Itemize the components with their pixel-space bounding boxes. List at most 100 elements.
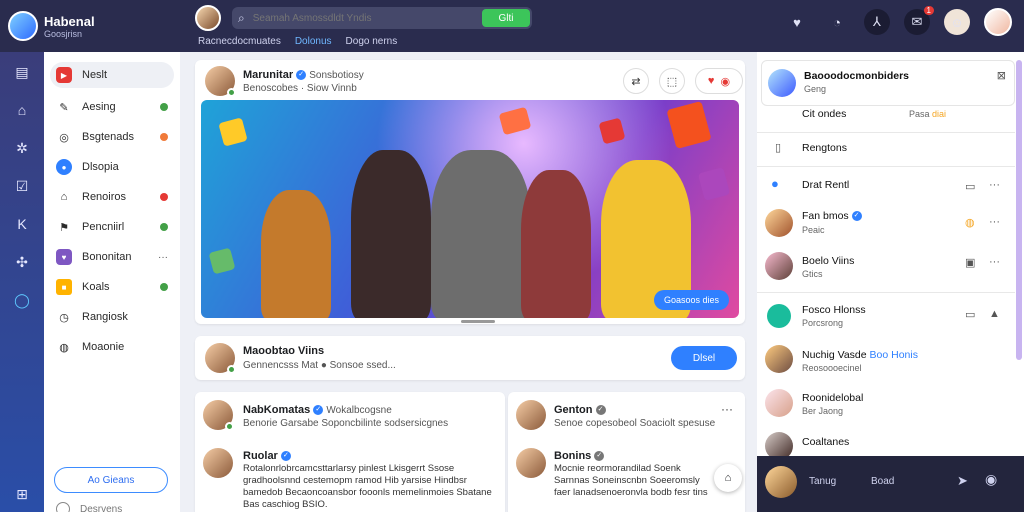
chat-bar[interactable]: Tanug Boad ➤ ◉ [757, 456, 1024, 512]
sidebar-item-2[interactable]: ◎ Bsgtenads [44, 122, 180, 152]
contact-avatar[interactable] [765, 345, 793, 373]
video-icon[interactable]: ▭ [965, 308, 975, 321]
contact-avatar[interactable] [765, 209, 793, 237]
sidebar-item-5[interactable]: ⚑ Pencniirl [44, 212, 180, 242]
author-avatar[interactable] [205, 66, 236, 97]
contact-name[interactable]: Boelo Viins [802, 255, 854, 267]
contact-name[interactable]: Fan bmos ✓ [802, 210, 862, 222]
contact-avatar[interactable] [767, 304, 791, 328]
brand[interactable]: Habenal Goosjrisn [0, 0, 180, 52]
sidebar-item-0[interactable]: ▶ Neslt [50, 62, 174, 88]
comment-avatar[interactable] [203, 448, 233, 478]
save-button[interactable]: ⬚ [659, 68, 685, 94]
search-input[interactable] [252, 12, 473, 24]
profile-avatar[interactable] [984, 8, 1012, 36]
sidebar-item-9[interactable]: ◍ Moaonie [44, 332, 180, 362]
contact-sub: Peaic [802, 225, 825, 235]
video-icon[interactable]: ▭ [965, 180, 975, 193]
star-icon[interactable]: ◍ [965, 216, 975, 229]
chart-icon[interactable]: ⅄ [864, 9, 890, 35]
dashboard-icon[interactable]: ⊞ [10, 482, 34, 506]
person-figure [521, 170, 591, 318]
subnav-item-2[interactable]: Dogo nerns [346, 36, 398, 47]
menu-icon[interactable]: ▤ [10, 60, 34, 84]
heart-icon[interactable]: ♥ [784, 9, 810, 35]
sidebar-item-8[interactable]: ◷ Rangiosk [44, 302, 180, 332]
post-author[interactable]: NabKomatas ✓ Wokalbcogsne [243, 404, 392, 416]
sidebar-item-4[interactable]: ⌂ Renoiros [44, 182, 180, 212]
document-icon: ▯ [775, 142, 782, 154]
contact-avatar[interactable] [765, 389, 793, 417]
panel-header[interactable]: Baooodocmonbiders Geng ⊠ [761, 60, 1015, 106]
contact-name[interactable]: Coaltanes [802, 436, 849, 448]
floating-shape [598, 117, 626, 145]
post-author[interactable]: Genton ✓ [554, 404, 606, 416]
sidebar-cta-button[interactable]: Ao Gieans [54, 467, 168, 493]
bell-icon[interactable]: ◔ [824, 9, 850, 35]
divider [757, 292, 1015, 293]
bookmark-icon[interactable]: K [10, 212, 34, 236]
contact-avatar-icon[interactable]: ☺ [944, 9, 970, 35]
contact-name[interactable]: Fosco Hlonss [802, 304, 866, 316]
lock-icon[interactable]: ⌂ [714, 464, 742, 492]
more-icon[interactable]: ··· [158, 252, 168, 263]
calendar-icon[interactable]: ▣ [965, 256, 975, 269]
share-button[interactable]: ⇄ [623, 68, 649, 94]
panel-row-label[interactable]: Rengtons [802, 142, 847, 154]
top-icons: ♥ ◔ ⅄ ✉ 1 ☺ [784, 6, 1012, 36]
contact-name[interactable]: Roonidelobal [802, 392, 863, 404]
top-bar: Habenal Goosjrisn ⌕ Glti Racnecdocmuates… [0, 0, 1024, 52]
post-author-name: Genton [554, 404, 593, 416]
sidebar-item-6[interactable]: ♥ Bononitan ··· [44, 242, 180, 272]
author-avatar[interactable] [516, 400, 546, 430]
more-icon[interactable]: ··· [989, 179, 1000, 191]
floating-shape [666, 101, 712, 149]
contact-name[interactable]: Drat Rentl [802, 179, 849, 191]
subnav-item-0[interactable]: Racnecdocmuates [198, 36, 281, 47]
post-image[interactable]: Goasoos dies [201, 100, 739, 318]
post-author[interactable]: Maoobtao Viins [243, 345, 324, 357]
author-avatar[interactable] [203, 400, 234, 431]
post-author[interactable]: Marunitar ✓ Sonsbotiosy [243, 69, 364, 81]
search-button[interactable]: Glti [482, 9, 530, 27]
contact-tag: Boo Honis [869, 349, 918, 361]
comment-author[interactable]: Bonins ✓ [554, 450, 605, 462]
sidebar-item-7[interactable]: ■ Koals [44, 272, 180, 302]
more-icon[interactable]: ··· [989, 216, 1000, 228]
more-icon[interactable]: ··· [721, 402, 733, 416]
check-icon[interactable]: ☑ [10, 174, 34, 198]
chat-avatar[interactable] [765, 466, 797, 498]
follow-button[interactable]: Dlsel [671, 346, 737, 370]
emoji-icon[interactable]: ◉ [985, 471, 997, 488]
mail-icon[interactable]: ✉ 1 [904, 6, 934, 35]
record-icon: ◉ [720, 75, 731, 88]
expand-icon[interactable]: ⊠ [997, 69, 1006, 82]
sidebar-item-1[interactable]: ✎ Aesing [44, 92, 180, 122]
contact-avatar[interactable] [765, 252, 793, 280]
settings-icon[interactable]: ✲ [10, 136, 34, 160]
chat-bubble-icon[interactable]: ◯ [10, 288, 34, 312]
user-avatar[interactable] [195, 5, 221, 31]
pin-icon[interactable]: ▲ [989, 308, 1000, 320]
play-icon: ▶ [56, 67, 72, 83]
subnav-item-1[interactable]: Dolonus [295, 36, 332, 47]
contact-name[interactable]: Nuchig Vasde Boo Honis [802, 349, 918, 361]
author-avatar[interactable] [205, 343, 236, 374]
contact-sub: Ber Jaong [802, 406, 844, 416]
online-indicator [225, 422, 234, 431]
sidebar-last-item[interactable]: Desrvens [56, 502, 122, 512]
home-icon[interactable]: ⌂ [10, 98, 34, 122]
more-icon[interactable]: ··· [989, 256, 1000, 268]
like-button[interactable]: ♥ ◉ [695, 68, 743, 94]
image-overlay-button[interactable]: Goasoos dies [653, 290, 729, 310]
post-author-name: NabKomatas [243, 404, 311, 416]
person-figure [351, 150, 431, 318]
scrollbar[interactable] [1016, 60, 1022, 360]
comment-author[interactable]: Ruolar ✓ [243, 450, 291, 462]
comment-avatar[interactable] [516, 448, 546, 478]
panel-section-right[interactable]: Pasa diai [909, 109, 946, 119]
flag-icon: ⚑ [59, 221, 69, 234]
sidebar-item-3[interactable]: ● Dlsopia [44, 152, 180, 182]
puzzle-icon[interactable]: ✣ [10, 250, 34, 274]
send-icon[interactable]: ➤ [957, 473, 968, 489]
